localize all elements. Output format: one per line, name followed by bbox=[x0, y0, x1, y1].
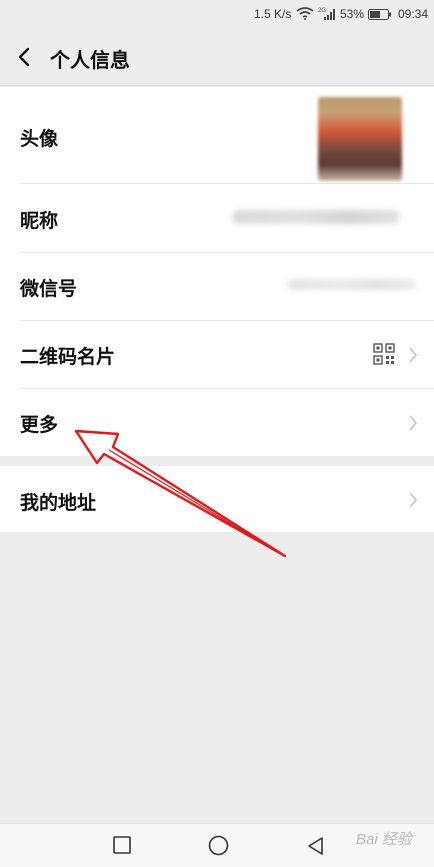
clock: 09:34 bbox=[398, 7, 429, 21]
chevron-right-icon bbox=[409, 415, 418, 431]
qr-code-icon bbox=[373, 343, 395, 365]
network-type-text: 2G bbox=[318, 8, 326, 14]
header: 个人信息 bbox=[0, 28, 434, 86]
chevron-right-icon bbox=[409, 347, 418, 363]
page-title: 个人信息 bbox=[50, 48, 130, 72]
wechat-id-row[interactable]: 微信号 bbox=[0, 252, 434, 320]
status-bar: 1.5 K/s 2G 53% 09:34 bbox=[0, 0, 434, 28]
chevron-right-icon bbox=[409, 492, 418, 508]
home-icon[interactable] bbox=[208, 835, 229, 856]
back-arrow-icon[interactable] bbox=[14, 45, 36, 69]
battery-icon bbox=[368, 9, 391, 20]
more-label: 更多 bbox=[20, 414, 59, 436]
battery-percent: 53% bbox=[340, 7, 365, 21]
my-address-row[interactable]: 我的地址 bbox=[0, 466, 434, 532]
qr-card-row[interactable]: 二维码名片 bbox=[0, 320, 434, 388]
more-row[interactable]: 更多 bbox=[0, 388, 434, 456]
profile-list: 头像 昵称 微信号 二维码名片 更多 bbox=[0, 87, 434, 456]
my-address-label: 我的地址 bbox=[20, 492, 97, 514]
recent-apps-icon[interactable] bbox=[113, 836, 131, 854]
signal-icon: 2G bbox=[318, 8, 335, 20]
qr-card-label: 二维码名片 bbox=[20, 346, 116, 368]
wechat-id-value-blurred bbox=[288, 279, 416, 290]
address-group: 我的地址 bbox=[0, 466, 434, 532]
nickname-label: 昵称 bbox=[20, 210, 59, 232]
watermark-text: Bai 经验 bbox=[356, 831, 412, 848]
nickname-value-blurred bbox=[232, 210, 400, 224]
nickname-row[interactable]: 昵称 bbox=[0, 184, 434, 252]
wechat-id-label: 微信号 bbox=[20, 278, 78, 300]
avatar[interactable] bbox=[318, 97, 402, 181]
wifi-icon bbox=[296, 7, 314, 20]
avatar-label: 头像 bbox=[20, 128, 59, 150]
back-triangle-icon[interactable] bbox=[306, 836, 324, 856]
avatar-row[interactable]: 头像 bbox=[0, 87, 434, 184]
network-speed: 1.5 K/s bbox=[254, 7, 292, 21]
